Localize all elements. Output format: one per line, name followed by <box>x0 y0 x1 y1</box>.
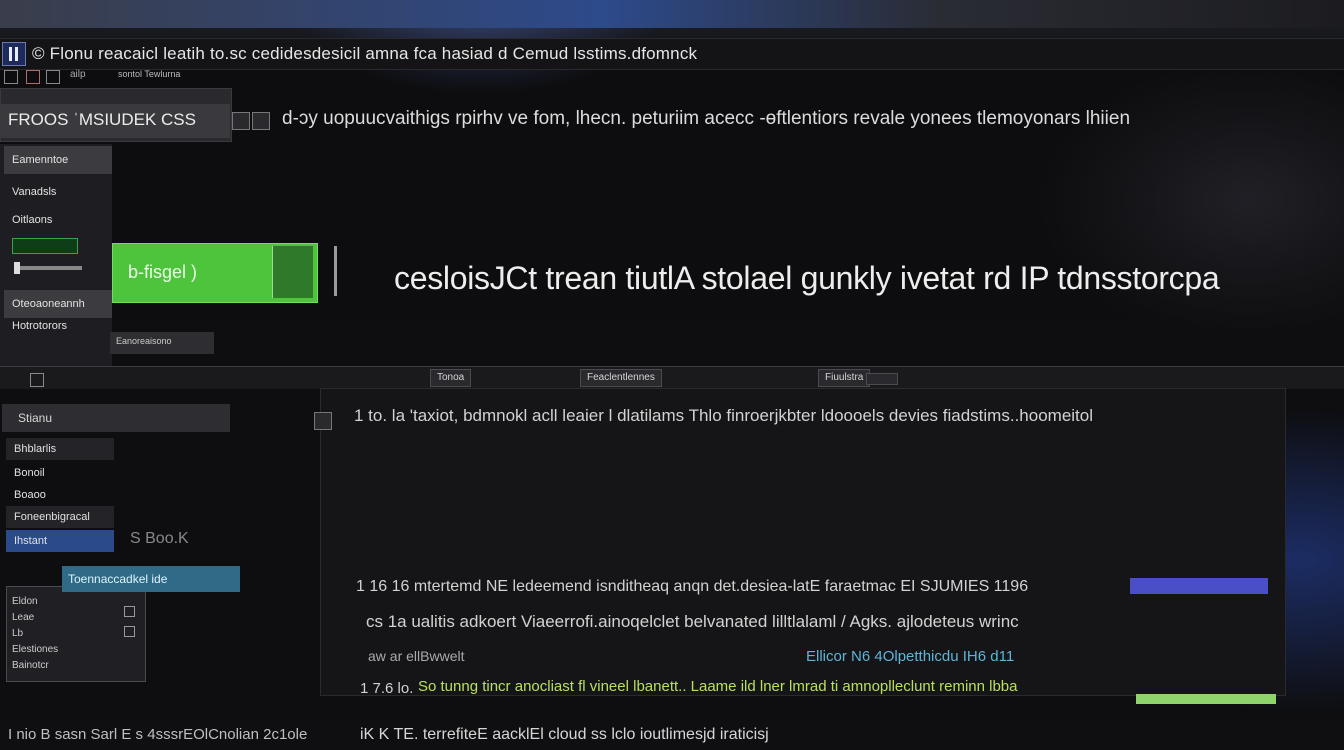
status-strip-label: Eanoreaisono <box>116 336 172 346</box>
sub-toolbar-label: sontol Tewlurna <box>118 69 181 79</box>
sidebar-item-3[interactable]: Oitlaons <box>4 206 112 234</box>
content-line-2: 1 16 16 mtertemd NE ledeemend isnditheaq… <box>356 578 1029 595</box>
main-headline: cesloisJCt trean tiutlA stolael gunkly i… <box>394 260 1220 296</box>
content-panel <box>320 388 1286 696</box>
content-line-3: cs 1a ualitis adkoert Viaeerrofi.ainoqel… <box>366 612 1019 631</box>
collapse-button[interactable] <box>314 412 332 430</box>
dropdown-item-1[interactable]: Eldon <box>12 596 132 607</box>
tab-strip <box>0 366 1344 389</box>
slider-thumb[interactable] <box>14 262 20 274</box>
section-header[interactable]: Stianu <box>2 404 230 432</box>
bracket-decoration <box>334 246 393 296</box>
tab-3[interactable]: Fiuulstra <box>818 369 871 387</box>
dropdown-item-4[interactable]: Elestiones <box>12 644 132 655</box>
record-icon[interactable] <box>26 70 40 84</box>
title-box-label: FROOS ˈMSIUDEK CSS <box>8 110 196 129</box>
dropdown-item-5[interactable]: Bainotcr <box>12 660 132 671</box>
grid-icon[interactable] <box>46 70 60 84</box>
window-title: © Flonu reacaicl leatih to.sc cedidesdes… <box>32 44 698 63</box>
sub-toolbar: ailp sontol Tewlurna <box>0 68 230 84</box>
dropdown-item-2[interactable]: Leae <box>12 612 132 623</box>
menu-icon[interactable] <box>30 373 44 387</box>
status-strip: Eanoreaisono <box>110 332 214 354</box>
tab-overflow-button[interactable] <box>866 373 898 385</box>
app-logo-icon <box>2 42 26 66</box>
header-description: d-ɔy uopuucvaithigs rpirhv ve fom, lhecn… <box>282 108 1131 129</box>
nav-item-3[interactable]: Boaoo <box>6 484 114 506</box>
status-green-strip <box>1136 694 1276 704</box>
sub-toolbar-tag: ailp <box>70 69 86 80</box>
pin-button[interactable] <box>232 112 250 130</box>
document-icon <box>272 246 313 298</box>
sidebar-item-5[interactable]: Hotrotorors <box>4 312 112 340</box>
nav-item-5-selected[interactable]: Ihstant <box>6 530 114 552</box>
dropdown-item-label: Eldon <box>12 596 38 607</box>
dropdown-item-3[interactable]: Lb <box>12 628 132 639</box>
window-titlebar <box>0 0 1344 28</box>
nav-item-2[interactable]: Bonoil <box>6 462 114 484</box>
nav-item-1[interactable]: Bhblarlis <box>6 438 114 460</box>
content-line-5: So tunng tincr anocliast fl vineel lbane… <box>418 678 1018 695</box>
content-line-1: 1 to. la 'taxiot, bdmnokl acll leaier l … <box>354 406 1094 425</box>
checkbox-icon[interactable] <box>124 626 135 637</box>
dropdown-selected[interactable]: Toennaccadkel ide <box>62 566 240 592</box>
content-line-4b: Ellicor N6 4Olpetthicdu IH6 d11 <box>806 648 1015 665</box>
checkbox-icon[interactable] <box>124 606 135 617</box>
nav-item-4[interactable]: Foneenbigracal <box>6 506 114 528</box>
tab-2[interactable]: Feaclentlennes <box>580 369 662 387</box>
section-badge: S Boo.K <box>130 530 189 547</box>
progress-highlight <box>1130 578 1268 594</box>
tab-1[interactable]: Tonoa <box>430 369 472 387</box>
footer-left: I nio B sasn Sarl E s 4sssrEOlCnolian 2c… <box>8 726 308 743</box>
content-line-4a: aw ar ellBwwelt <box>368 648 465 664</box>
expand-button[interactable] <box>252 112 270 130</box>
dropdown-item-label: Elestiones <box>12 644 59 655</box>
dropdown-item-label: Leae <box>12 612 35 623</box>
sidebar-item-1[interactable]: Eamenntoe <box>4 146 112 174</box>
sidebar-item-2[interactable]: Vanadsls <box>4 178 112 206</box>
primary-action-label: b-fisgel ) <box>128 262 198 282</box>
slider-track[interactable] <box>14 266 82 270</box>
toggle-switch[interactable] <box>12 238 78 254</box>
dropdown-item-label: Bainotcr <box>12 660 49 671</box>
content-line-5-number: 1 7.6 lo. <box>360 680 414 697</box>
square-icon[interactable] <box>4 70 18 84</box>
footer-right: iK K TE. terrefiteE aacklEl cloud ss lcl… <box>360 726 769 743</box>
dropdown-item-label: Lb <box>12 628 24 639</box>
